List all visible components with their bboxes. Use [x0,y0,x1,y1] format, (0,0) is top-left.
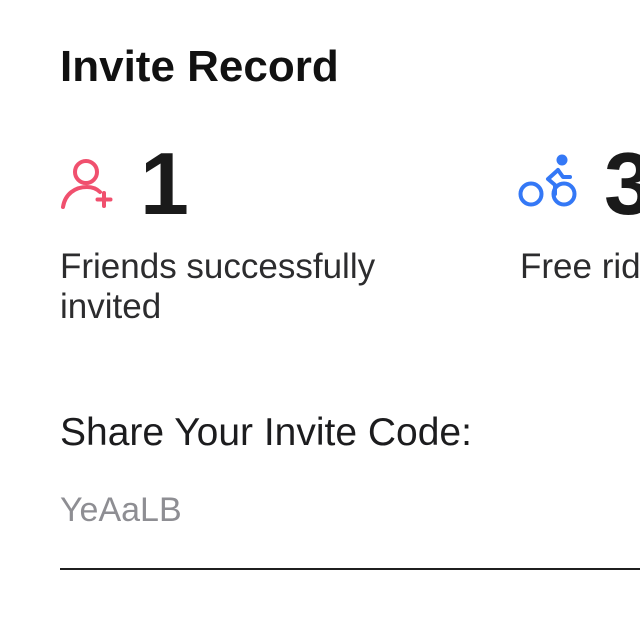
stat-label-free-rides: Free rid [520,247,640,286]
stat-friends-invited: 1 Friends successfully invited [58,139,498,329]
stat-value-friends-invited: 1 [140,134,189,233]
invite-code-field[interactable]: YeAaLB [60,486,640,570]
invite-code-value: YeAaLB [60,491,182,529]
stat-label-friends-invited: Friends successfully invited [60,247,376,326]
person-add-icon [61,159,113,209]
page-title: Invite Record [60,42,339,91]
invite-code-label: Share Your Invite Code: [60,411,472,454]
invite-record-screen: Invite Record 1 Friends successfully inv… [0,0,640,640]
bicycle-icon [518,154,577,207]
stat-free-rides: 3 Free rid [518,139,640,329]
stat-value-free-rides: 3 [604,139,640,229]
